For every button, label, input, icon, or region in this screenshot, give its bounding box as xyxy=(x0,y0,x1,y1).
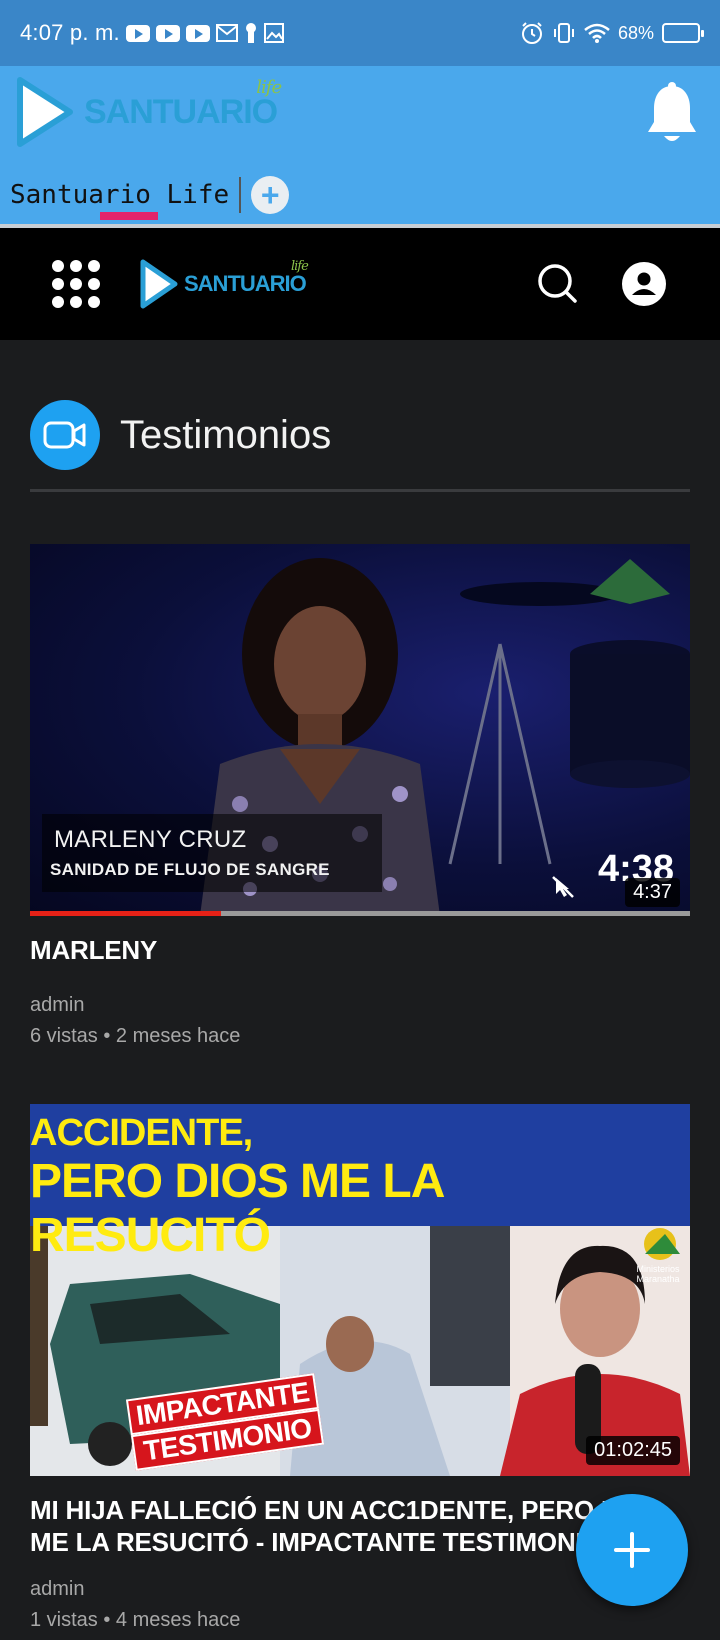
watch-progress-fill xyxy=(30,911,222,916)
app-bar: SANTUARIO life Santuario Life + xyxy=(0,66,720,226)
battery-percent: 68% xyxy=(617,22,654,43)
thumbnail-name: MARLENY CRUZ xyxy=(54,826,247,853)
youtube-icon xyxy=(125,24,150,42)
tab-santuario-life[interactable]: Santuario Life xyxy=(0,180,229,210)
section-header: Testimonios xyxy=(30,400,690,492)
video-camera-icon xyxy=(30,400,100,470)
add-tab-button[interactable]: + xyxy=(251,176,290,214)
battery-icon xyxy=(662,23,704,43)
user-account-icon[interactable] xyxy=(622,262,666,306)
banner-line-1: MI HIJA FALLECIÓ EN UN ACCIDENTE, xyxy=(30,1104,474,1154)
app-logo[interactable]: SANTUARIO life xyxy=(14,76,282,148)
keyhole-icon xyxy=(245,23,256,43)
no-cursor-icon xyxy=(552,876,574,898)
search-icon[interactable] xyxy=(536,262,578,304)
alarm-icon xyxy=(521,22,542,44)
banner-line-2: PERO DIOS ME LA RESUCITÓ xyxy=(30,1155,444,1262)
brand-script: life xyxy=(256,76,282,98)
channel-badge: Ministerios Maranatha xyxy=(636,1264,680,1284)
site-logo[interactable]: SANTUARIO life xyxy=(138,258,309,310)
video-duration: 01:02:45 xyxy=(586,1436,680,1465)
gmail-icon xyxy=(215,24,238,42)
add-fab-button[interactable] xyxy=(576,1494,688,1606)
bell-icon[interactable] xyxy=(644,82,700,146)
youtube-icon xyxy=(185,24,210,42)
video-thumbnail[interactable]: MI HIJA FALLECIÓ EN UN ACCIDENTE, PERO D… xyxy=(30,1104,690,1476)
play-logo-icon xyxy=(140,259,178,309)
youtube-icon xyxy=(155,24,180,42)
video-thumbnail[interactable]: MARLENY CRUZ SANIDAD DE FLUJO DE SANGRE … xyxy=(30,544,690,916)
video-duration: 4:37 xyxy=(625,878,680,907)
active-tab-indicator xyxy=(100,212,158,220)
site-brand: SANTUARIO life xyxy=(184,259,309,296)
vibrate-icon xyxy=(553,23,574,43)
tab-divider xyxy=(239,177,242,213)
apps-grid-icon[interactable] xyxy=(52,260,100,308)
status-time: 4:07 p. m. xyxy=(20,20,120,45)
thumbnail-subtitle: SANIDAD DE FLUJO DE SANGRE xyxy=(50,860,330,879)
wifi-icon xyxy=(584,23,610,43)
thumbnail-banner: MI HIJA FALLECIÓ EN UN ACCIDENTE, PERO D… xyxy=(30,1104,690,1262)
system-icons: 68% xyxy=(520,21,704,45)
brand-script: life xyxy=(290,259,309,274)
image-icon xyxy=(263,23,284,43)
watch-progress xyxy=(30,911,690,916)
status-bar: 4:07 p. m. 68% xyxy=(0,0,720,66)
play-logo-icon xyxy=(17,77,73,147)
video-meta: 1 vistas • 4 meses hace xyxy=(30,1609,241,1631)
video-card[interactable]: MARLENY CRUZ SANIDAD DE FLUJO DE SANGRE … xyxy=(30,544,690,1048)
plus-icon xyxy=(614,1532,650,1568)
video-title[interactable]: MARLENY xyxy=(30,934,690,966)
section-title: Testimonios xyxy=(120,413,332,457)
video-author[interactable]: admin xyxy=(30,994,690,1017)
app-brand: SANTUARIO life xyxy=(84,76,282,131)
site-header: SANTUARIO life xyxy=(0,228,720,340)
notification-icons xyxy=(125,22,284,44)
video-meta: 6 vistas • 2 meses hace xyxy=(30,1025,241,1047)
